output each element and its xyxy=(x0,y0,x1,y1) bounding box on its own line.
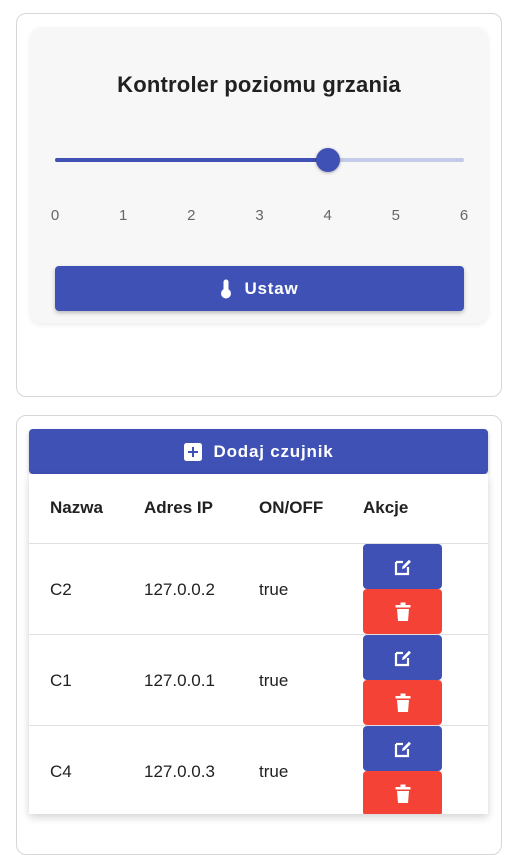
header-name: Nazwa xyxy=(50,498,103,517)
sensors-table: Nazwa Adres IP ON/OFF Akcje C2 127.0.0.2… xyxy=(29,474,488,814)
header-ip: Adres IP xyxy=(144,498,213,517)
plus-box-icon xyxy=(183,442,202,461)
edit-button[interactable] xyxy=(363,726,442,771)
slider-track xyxy=(55,158,328,162)
cell-onoff: true xyxy=(259,762,289,781)
table-row: C2 127.0.0.2 true xyxy=(29,544,488,635)
cell-onoff: true xyxy=(259,671,289,690)
header-onoff: ON/OFF xyxy=(259,498,324,517)
edit-icon xyxy=(394,741,411,757)
heat-level-slider[interactable] xyxy=(55,148,464,172)
set-button-label: Ustaw xyxy=(244,278,299,298)
add-sensor-label: Dodaj czujnik xyxy=(213,441,334,461)
sensors-card: Dodaj czujnik Nazwa Adres IP ON/OFF Akcj… xyxy=(16,415,502,855)
heater-card: Kontroler poziomu grzania 0 1 2 3 4 5 6 Ustaw xyxy=(16,13,502,397)
cell-ip: 127.0.0.3 xyxy=(144,762,215,781)
cell-onoff: true xyxy=(259,580,289,599)
slider-tick-label: 5 xyxy=(391,207,400,224)
edit-button[interactable] xyxy=(363,544,442,589)
table-row: C4 127.0.0.3 true xyxy=(29,726,488,814)
slider-thumb[interactable] xyxy=(315,148,340,172)
table-row: C1 127.0.0.1 true xyxy=(29,635,488,726)
slider-tick-label: 2 xyxy=(187,207,196,224)
slider-tick-label: 0 xyxy=(50,207,60,224)
edit-icon xyxy=(394,559,411,575)
trash-icon xyxy=(395,693,410,712)
header-actions: Akcje xyxy=(363,498,409,517)
add-sensor-button[interactable]: Dodaj czujnik xyxy=(29,429,488,474)
cell-name: C4 xyxy=(50,762,72,781)
edit-icon xyxy=(394,650,411,666)
trash-icon xyxy=(395,602,410,621)
delete-button[interactable] xyxy=(363,771,442,814)
slider-tick-label: 6 xyxy=(459,207,469,224)
cell-ip: 127.0.0.1 xyxy=(144,671,215,690)
delete-button[interactable] xyxy=(363,680,442,725)
cell-ip: 127.0.0.2 xyxy=(144,580,215,599)
edit-button[interactable] xyxy=(363,635,442,680)
delete-button[interactable] xyxy=(363,589,442,634)
slider-tick-labels: 0 1 2 3 4 5 6 xyxy=(51,207,468,227)
trash-icon xyxy=(395,784,410,803)
heater-panel: Kontroler poziomu grzania 0 1 2 3 4 5 6 Ustaw xyxy=(30,27,488,323)
slider-tick-label: 3 xyxy=(255,207,264,224)
cell-name: C2 xyxy=(50,580,72,599)
thermometer-icon xyxy=(221,279,232,298)
table-header: Nazwa Adres IP ON/OFF Akcje xyxy=(29,474,488,544)
slider-tick-label: 1 xyxy=(118,207,128,224)
set-button[interactable]: Ustaw xyxy=(55,266,464,311)
slider-tick-label: 4 xyxy=(323,207,332,224)
cell-name: C1 xyxy=(50,671,72,690)
panel-title: Kontroler poziomu grzania xyxy=(117,72,401,97)
